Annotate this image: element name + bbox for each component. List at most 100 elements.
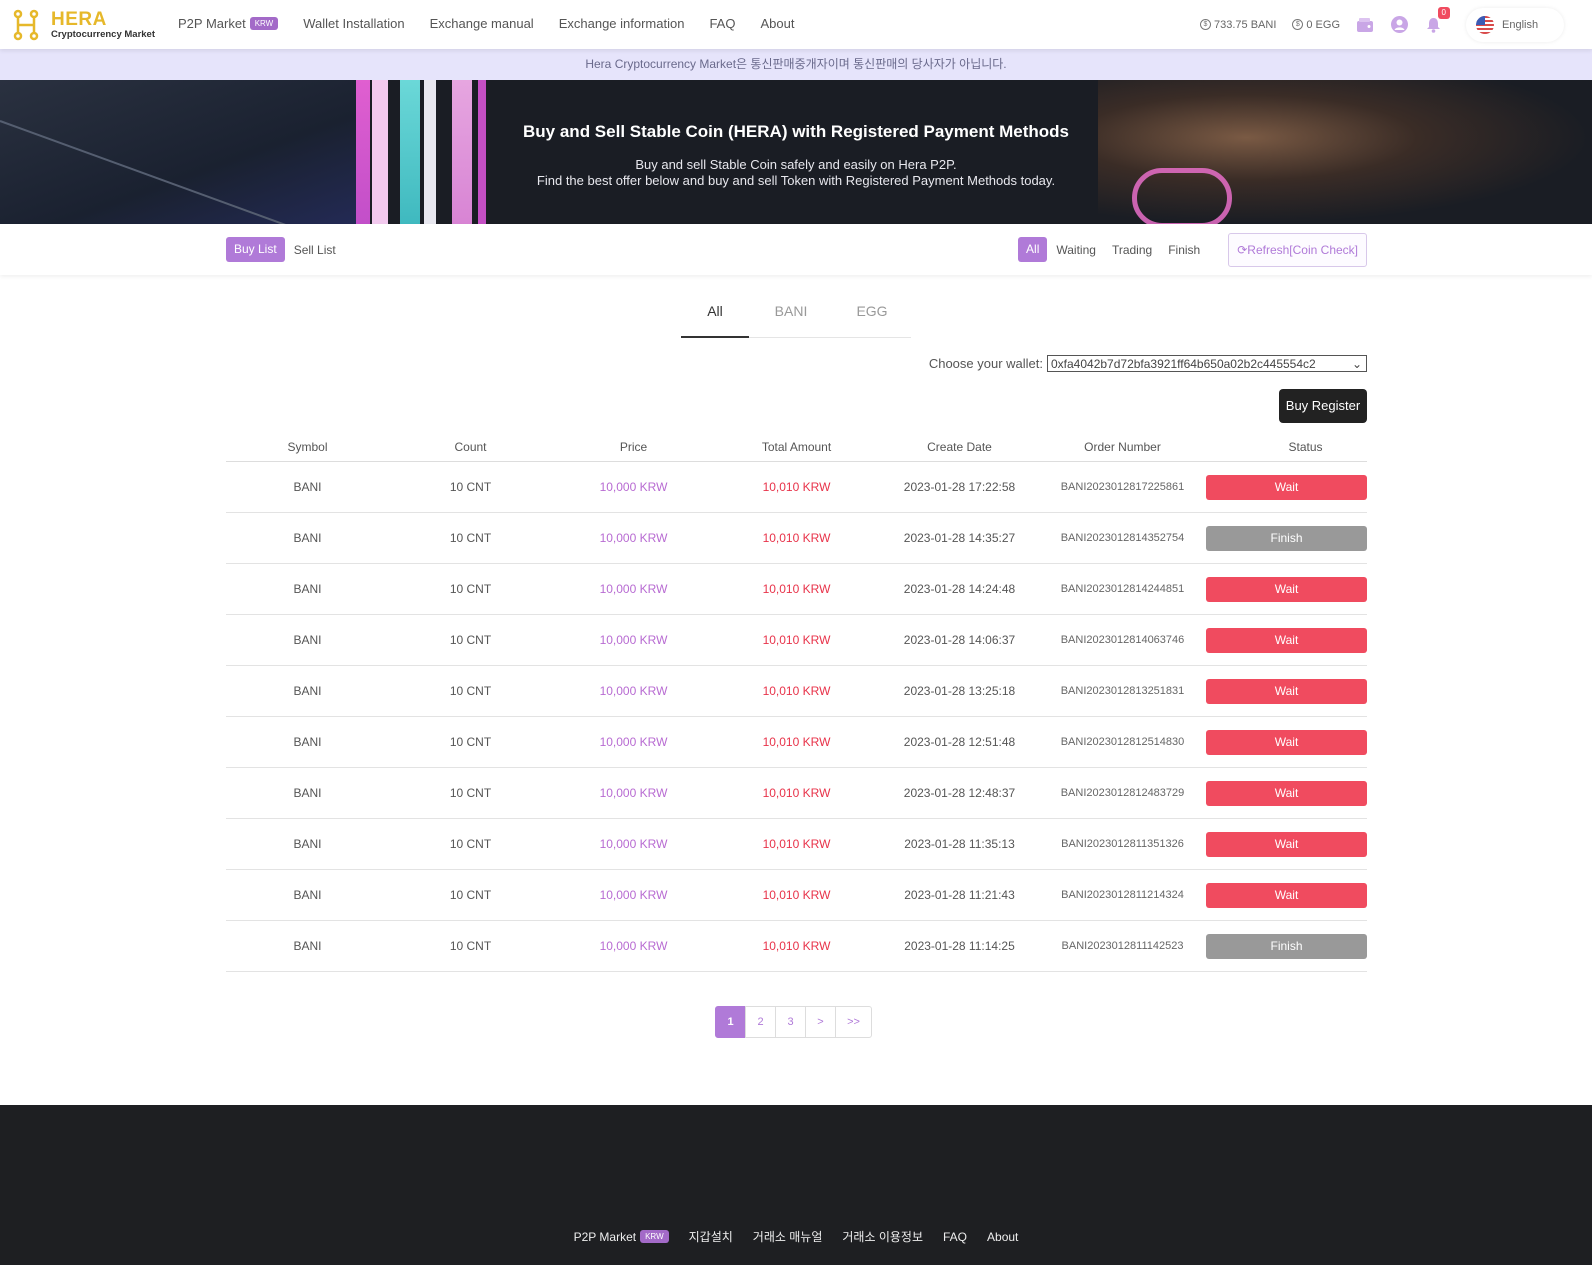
table-row: BANI 10 CNT 10,000 KRW 10,010 KRW 2023-01-28… — [226, 615, 1367, 666]
cell-count: 10 CNT — [449, 735, 492, 749]
nav-wallet-installation[interactable]: Wallet Installation — [303, 16, 404, 31]
cell-order-number: BANI2023012812483729 — [1060, 787, 1185, 799]
coin-icon: $ — [1200, 19, 1211, 30]
table-row: BANI 10 CNT 10,000 KRW 10,010 KRW 2023-01-28… — [226, 564, 1367, 615]
cell-order-number: BANI2023012814244851 — [1060, 583, 1185, 595]
main-nav: P2P Market KRW Wallet Installation Excha… — [178, 16, 819, 31]
footer-faq[interactable]: FAQ — [943, 1230, 967, 1244]
filter-finish-button[interactable]: Finish — [1168, 243, 1200, 257]
cell-total-amount: 10,010 KRW — [762, 633, 831, 647]
logo-subtitle: Cryptocurrency Market — [51, 29, 156, 41]
hero-banner: Buy and Sell Stable Coin (HERA) with Reg… — [0, 80, 1592, 224]
refresh-icon: ⟳ — [1237, 242, 1248, 257]
status-button[interactable]: Wait — [1206, 627, 1367, 653]
coin-icon: $ — [1292, 19, 1304, 30]
page-last[interactable]: >> — [835, 1006, 872, 1038]
language-selector[interactable]: English — [1466, 7, 1564, 42]
bell-icon[interactable]: 0 — [1424, 6, 1450, 34]
filter-waiting-button[interactable]: Waiting — [1056, 243, 1096, 257]
sell-list-button[interactable]: Sell List — [294, 243, 336, 257]
cell-total-amount: 10,010 KRW — [762, 786, 831, 800]
tab-all[interactable]: All — [681, 297, 749, 338]
tab-bani[interactable]: BANI — [749, 297, 833, 338]
status-button[interactable]: Wait — [1206, 729, 1367, 755]
nav-about[interactable]: About — [760, 16, 794, 31]
cell-total-amount: 10,010 KRW — [762, 888, 831, 902]
logo-title: HERA — [51, 9, 107, 31]
cell-total-amount: 10,010 KRW — [762, 582, 831, 596]
cell-order-number: BANI2023012812514830 — [1060, 736, 1185, 748]
footer-exchange-info[interactable]: 거래소 이용정보 — [842, 1228, 923, 1245]
cell-total-amount: 10,010 KRW — [762, 837, 831, 851]
cell-count: 10 CNT — [449, 582, 492, 596]
banner-title: Buy and Sell Stable Coin (HERA) with Reg… — [523, 122, 1069, 141]
page-2[interactable]: 2 — [745, 1006, 776, 1038]
status-button[interactable]: Finish — [1206, 933, 1367, 959]
page-1[interactable]: 1 — [715, 1006, 746, 1038]
table-row: BANI 10 CNT 10,000 KRW 10,010 KRW 2023-01-28… — [226, 462, 1367, 513]
page-next[interactable]: > — [805, 1006, 836, 1038]
cell-total-amount: 10,010 KRW — [762, 531, 831, 545]
buy-register-button[interactable]: Buy Register — [1279, 389, 1367, 423]
table-header: Symbol Count Price Total Amount Create D… — [226, 435, 1367, 462]
cell-total-amount: 10,010 KRW — [762, 735, 831, 749]
cell-create-date: 2023-01-28 11:14:25 — [904, 939, 1015, 953]
filter-all-button[interactable]: All — [1018, 237, 1048, 262]
cell-create-date: 2023-01-28 13:25:18 — [903, 684, 1016, 698]
cell-symbol: BANI — [293, 633, 322, 647]
footer-nav: P2P Market KRW 지갑설치 거래소 매뉴얼 거래소 이용정보 FAQ… — [0, 1228, 1592, 1245]
cell-symbol: BANI — [293, 582, 322, 596]
footer-p2p-market[interactable]: P2P Market KRW — [574, 1230, 669, 1244]
footer-exchange-manual[interactable]: 거래소 매뉴얼 — [753, 1228, 823, 1245]
wallet-select[interactable]: 0xfa4042b7d72bfa3921ff64b650a02b2c445554… — [1047, 355, 1367, 372]
status-button[interactable]: Wait — [1206, 780, 1367, 806]
status-button[interactable]: Wait — [1206, 678, 1367, 704]
balance-egg: $ 0 EGG — [1292, 19, 1340, 31]
filter-trading-button[interactable]: Trading — [1112, 243, 1152, 257]
cell-price: 10,000 KRW — [599, 939, 668, 953]
page-3[interactable]: 3 — [775, 1006, 806, 1038]
banner-subtitle: Buy and sell Stable Coin safely and easi… — [536, 157, 1056, 188]
buy-list-button[interactable]: Buy List — [226, 237, 285, 262]
cell-order-number: BANI2023012813251831 — [1060, 685, 1185, 697]
footer: P2P Market KRW 지갑설치 거래소 매뉴얼 거래소 이용정보 FAQ… — [0, 1105, 1592, 1265]
cell-symbol: BANI — [293, 735, 322, 749]
list-toolbar: Buy List Sell List All Waiting Trading F… — [0, 224, 1592, 275]
chevron-down-icon: ⌄ — [1351, 356, 1362, 371]
tab-egg[interactable]: EGG — [833, 297, 911, 338]
cell-price: 10,000 KRW — [599, 633, 668, 647]
refresh-button[interactable]: ⟳Refresh[Coin Check] — [1228, 232, 1367, 267]
col-total-amount: Total Amount — [761, 440, 832, 454]
notice-bar: Hera Cryptocurrency Market은 통신판매중개자이며 통신… — [0, 49, 1592, 80]
nav-faq[interactable]: FAQ — [709, 16, 735, 31]
cell-create-date: 2023-01-28 12:51:48 — [903, 735, 1016, 749]
wallet-icon[interactable] — [1356, 16, 1374, 34]
cell-order-number: BANI2023012811351326 — [1061, 838, 1184, 850]
col-symbol: Symbol — [287, 440, 328, 454]
col-status: Status — [1288, 440, 1323, 454]
cell-symbol: BANI — [293, 480, 322, 494]
nav-exchange-manual[interactable]: Exchange manual — [430, 16, 534, 31]
cell-symbol: BANI — [293, 837, 322, 851]
footer-about[interactable]: About — [987, 1230, 1018, 1244]
status-button[interactable]: Wait — [1206, 882, 1367, 908]
balance-bani: $ 733.75 BANI — [1200, 19, 1276, 31]
hera-logo[interactable]: HERA Cryptocurrency Market — [12, 7, 155, 43]
nav-exchange-information[interactable]: Exchange information — [559, 16, 685, 31]
user-icon[interactable] — [1390, 16, 1408, 34]
cell-price: 10,000 KRW — [599, 735, 668, 749]
cell-create-date: 2023-01-28 11:21:43 — [904, 888, 1015, 902]
wallet-chooser: Choose your wallet: 0xfa4042b7d72bfa3921… — [929, 355, 1367, 372]
cell-count: 10 CNT — [449, 531, 492, 545]
status-button[interactable]: Wait — [1206, 474, 1367, 500]
table-row: BANI 10 CNT 10,000 KRW 10,010 KRW 2023-01-28… — [226, 666, 1367, 717]
hera-logo-icon — [13, 9, 39, 41]
status-button[interactable]: Finish — [1206, 525, 1367, 551]
coin-tabs: All BANI EGG — [681, 297, 911, 338]
cell-price: 10,000 KRW — [599, 480, 668, 494]
status-button[interactable]: Wait — [1206, 831, 1367, 857]
status-button[interactable]: Wait — [1206, 576, 1367, 602]
nav-p2p-market[interactable]: P2P Market KRW — [178, 16, 279, 31]
footer-wallet-install[interactable]: 지갑설치 — [689, 1228, 733, 1245]
col-order-number: Order Number — [1084, 440, 1161, 454]
